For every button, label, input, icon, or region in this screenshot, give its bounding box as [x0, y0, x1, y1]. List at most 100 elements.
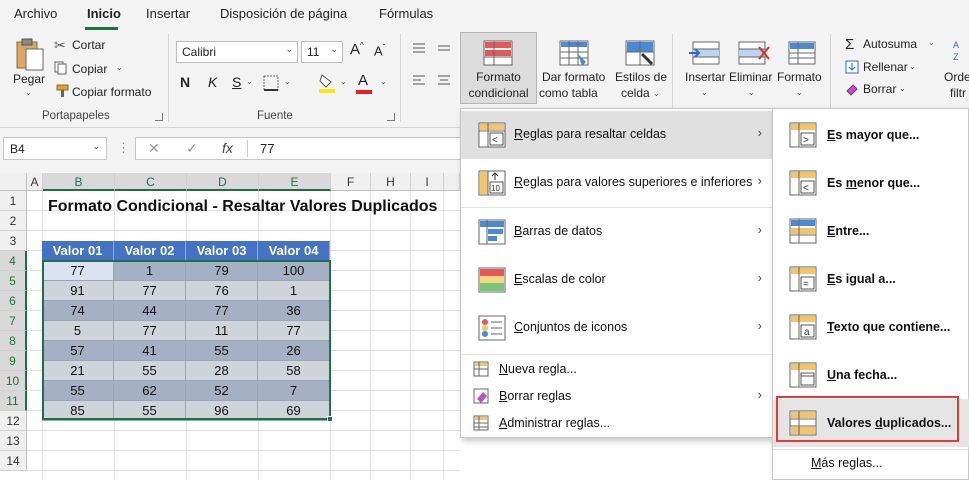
column-header[interactable]: I [411, 173, 444, 191]
column-header[interactable]: B [43, 173, 115, 191]
submenu-item-duplicate-values[interactable]: Valores duplicados... [773, 399, 969, 447]
row-header[interactable]: 12 [0, 411, 27, 431]
table-header[interactable]: Valor 03 [186, 241, 258, 261]
row-header[interactable]: 9 [0, 351, 27, 371]
table-cell[interactable]: 77 [258, 321, 330, 341]
row-header[interactable]: 11 [0, 391, 27, 411]
table-cell[interactable]: 5 [42, 321, 114, 341]
row-header[interactable]: 4 [0, 251, 27, 271]
table-cell[interactable]: 62 [114, 381, 186, 401]
name-box[interactable]: B4 ⌄ [3, 137, 107, 160]
table-cell[interactable]: 77 [42, 261, 114, 281]
row-header[interactable]: 3 [0, 231, 27, 251]
fill-handle[interactable] [327, 416, 333, 422]
align-middle-icon[interactable] [436, 42, 452, 56]
italic-icon[interactable]: K [208, 74, 217, 90]
table-cell[interactable]: 96 [186, 401, 258, 421]
cell-styles-label-1[interactable]: Estilos de [615, 70, 667, 84]
table-cell[interactable]: 85 [42, 401, 114, 421]
table-cell[interactable]: 55 [114, 361, 186, 381]
table-cell[interactable]: 77 [186, 301, 258, 321]
table-cell[interactable]: 7 [258, 381, 330, 401]
table-cell[interactable]: 52 [186, 381, 258, 401]
column-header[interactable]: D [187, 173, 259, 191]
tab-formulas[interactable]: Fórmulas [379, 6, 433, 21]
insert-cells-icon[interactable] [689, 40, 723, 66]
align-center-icon[interactable] [436, 74, 452, 88]
table-cell[interactable]: 28 [186, 361, 258, 381]
format-as-table-label-2[interactable]: como tabla [539, 86, 598, 100]
fill-dropdown-icon[interactable]: ⌄ [909, 62, 916, 71]
format-cells-icon[interactable] [787, 40, 817, 66]
cell-styles-icon[interactable] [624, 40, 656, 68]
column-header[interactable] [444, 173, 460, 191]
format-as-table-icon[interactable] [558, 40, 590, 68]
autosum-dropdown-icon[interactable]: ⌄ [928, 38, 935, 47]
tab-insertar[interactable]: Insertar [146, 6, 190, 21]
row-header[interactable]: 14 [0, 451, 27, 471]
insert-function-icon[interactable]: fx [222, 140, 233, 156]
underline-dropdown-icon[interactable]: ⌄ [246, 77, 253, 86]
submenu-item-date[interactable]: Una fecha... [773, 351, 969, 399]
table-cell[interactable]: 55 [186, 341, 258, 361]
table-cell[interactable]: 76 [186, 281, 258, 301]
row-header[interactable]: 10 [0, 371, 27, 391]
clear-button[interactable]: Borrar [863, 82, 896, 96]
table-cell[interactable]: 36 [258, 301, 330, 321]
column-header[interactable]: H [371, 173, 411, 191]
table-cell[interactable]: 58 [258, 361, 330, 381]
menu-item-icon-sets[interactable]: Conjuntos de iconos › [461, 304, 774, 352]
cut-button[interactable]: Cortar [72, 38, 105, 52]
table-cell[interactable]: 69 [258, 401, 330, 421]
enter-icon[interactable]: ✓ [186, 140, 198, 157]
menu-item-highlight-rules[interactable]: < Reglas para resaltar celdas › [461, 111, 774, 159]
clear-dropdown-icon[interactable]: ⌄ [899, 84, 906, 93]
table-cell[interactable]: 1 [114, 261, 186, 281]
table-cell[interactable]: 1 [258, 281, 330, 301]
format-button[interactable]: Formato [777, 70, 822, 84]
more-rules-item[interactable]: Más reglas... [811, 456, 883, 470]
format-painter-button[interactable]: Copiar formato [72, 85, 151, 99]
cell-styles-dropdown-icon[interactable]: ⌄ [653, 89, 660, 98]
table-cell[interactable]: 74 [42, 301, 114, 321]
tab-archivo[interactable]: Archivo [14, 6, 57, 21]
insert-button[interactable]: Insertar [685, 70, 726, 84]
cancel-icon[interactable]: ✕ [148, 140, 160, 157]
delete-dropdown-icon[interactable]: ⌄ [748, 88, 755, 97]
table-cell[interactable]: 79 [186, 261, 258, 281]
copy-button[interactable]: Copiar [72, 62, 107, 76]
increase-font-icon[interactable]: A^ [350, 41, 364, 58]
clipboard-launcher-icon[interactable] [155, 113, 163, 121]
table-cell[interactable]: 57 [42, 341, 114, 361]
table-header[interactable]: Valor 02 [114, 241, 186, 261]
row-header[interactable]: 8 [0, 331, 27, 351]
table-cell[interactable]: 41 [114, 341, 186, 361]
underline-icon[interactable]: S [232, 74, 241, 90]
font-name-field[interactable]: Calibri ⌄ [176, 41, 298, 63]
submenu-item-equal-to[interactable]: = Es igual a... [773, 255, 969, 303]
row-header[interactable]: 6 [0, 291, 27, 311]
autosum-button[interactable]: Autosuma [863, 37, 917, 51]
table-header[interactable]: Valor 04 [258, 241, 330, 261]
table-header[interactable]: Valor 01 [42, 241, 114, 261]
sort-filter-icon[interactable]: AZ [951, 38, 969, 64]
row-header[interactable]: 5 [0, 271, 27, 291]
menu-item-new-rule[interactable]: Nueva regla... [461, 356, 774, 382]
borders-icon[interactable] [262, 74, 280, 92]
row-header[interactable]: 13 [0, 431, 27, 451]
tab-disposicion[interactable]: Disposición de página [220, 6, 347, 21]
table-cell[interactable]: 55 [114, 401, 186, 421]
select-all-corner[interactable] [0, 173, 27, 191]
sort-filter-label-1[interactable]: Orde [944, 70, 969, 84]
row-header[interactable]: 7 [0, 311, 27, 331]
align-left-icon[interactable] [411, 74, 427, 88]
fill-color-dropdown-icon[interactable]: ⌄ [340, 77, 347, 86]
table-cell[interactable]: 77 [114, 281, 186, 301]
bold-icon[interactable]: N [180, 74, 190, 90]
column-header[interactable]: A [27, 173, 43, 191]
submenu-item-greater-than[interactable]: > Es mayor que... [773, 111, 969, 159]
table-cell[interactable]: 100 [258, 261, 330, 281]
font-color-icon[interactable]: A [358, 72, 368, 89]
table-cell[interactable]: 26 [258, 341, 330, 361]
format-dropdown-icon[interactable]: ⌄ [796, 88, 803, 97]
